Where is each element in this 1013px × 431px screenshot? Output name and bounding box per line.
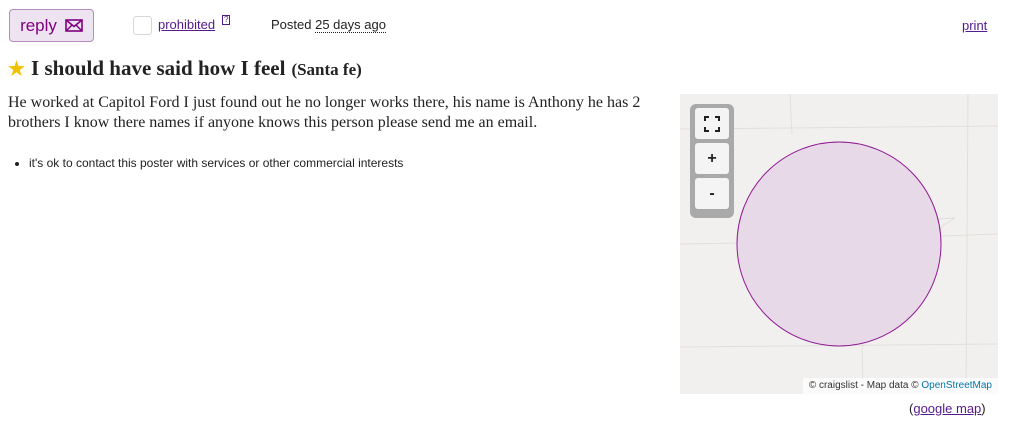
attribution-text: © craigslist - Map data © xyxy=(808,380,919,391)
zoom-in-button[interactable]: + xyxy=(695,143,729,174)
posting-body: He worked at Capitol Ford I just found o… xyxy=(8,94,641,131)
posted-date: Posted 25 days ago xyxy=(271,17,386,33)
prohibited-link[interactable]: prohibited xyxy=(158,17,215,32)
posted-prefix: Posted xyxy=(271,17,312,32)
google-map-link-wrapper: (google map) xyxy=(909,401,986,416)
posting-title: ★ I should have said how I feel (Santa f… xyxy=(8,56,362,81)
openstreetmap-link[interactable]: OpenStreetMap xyxy=(921,380,992,391)
fullscreen-button[interactable] xyxy=(695,108,729,139)
star-icon[interactable]: ★ xyxy=(8,58,25,81)
prohibited-help-link[interactable]: ? xyxy=(222,15,231,25)
prohibited-flag-checkbox[interactable] xyxy=(133,16,152,35)
posting-header: reply prohibited ? Posted 25 days ago pr… xyxy=(0,0,1013,48)
map-controls: + - xyxy=(690,104,734,218)
fullscreen-icon xyxy=(704,115,720,132)
notices-list: it's ok to contact this poster with serv… xyxy=(8,155,403,171)
paren-close: ) xyxy=(981,401,986,416)
reply-button[interactable]: reply xyxy=(9,9,94,42)
posting-location: (Santa fe) xyxy=(291,60,362,79)
posted-ago: 25 days ago xyxy=(315,17,386,33)
google-map-link[interactable]: google map xyxy=(913,401,981,416)
print-link[interactable]: print xyxy=(962,18,987,33)
zoom-out-button[interactable]: - xyxy=(695,178,729,209)
location-area-circle xyxy=(736,141,942,347)
notice-item: it's ok to contact this poster with serv… xyxy=(29,155,403,171)
map-attribution: © craigslist - Map data © OpenStreetMap xyxy=(802,378,998,394)
map[interactable]: + - © craigslist - Map data © OpenStreet… xyxy=(680,94,998,394)
posting-title-text: I should have said how I feel xyxy=(31,56,286,80)
envelope-icon xyxy=(65,19,83,32)
reply-label: reply xyxy=(20,15,57,35)
